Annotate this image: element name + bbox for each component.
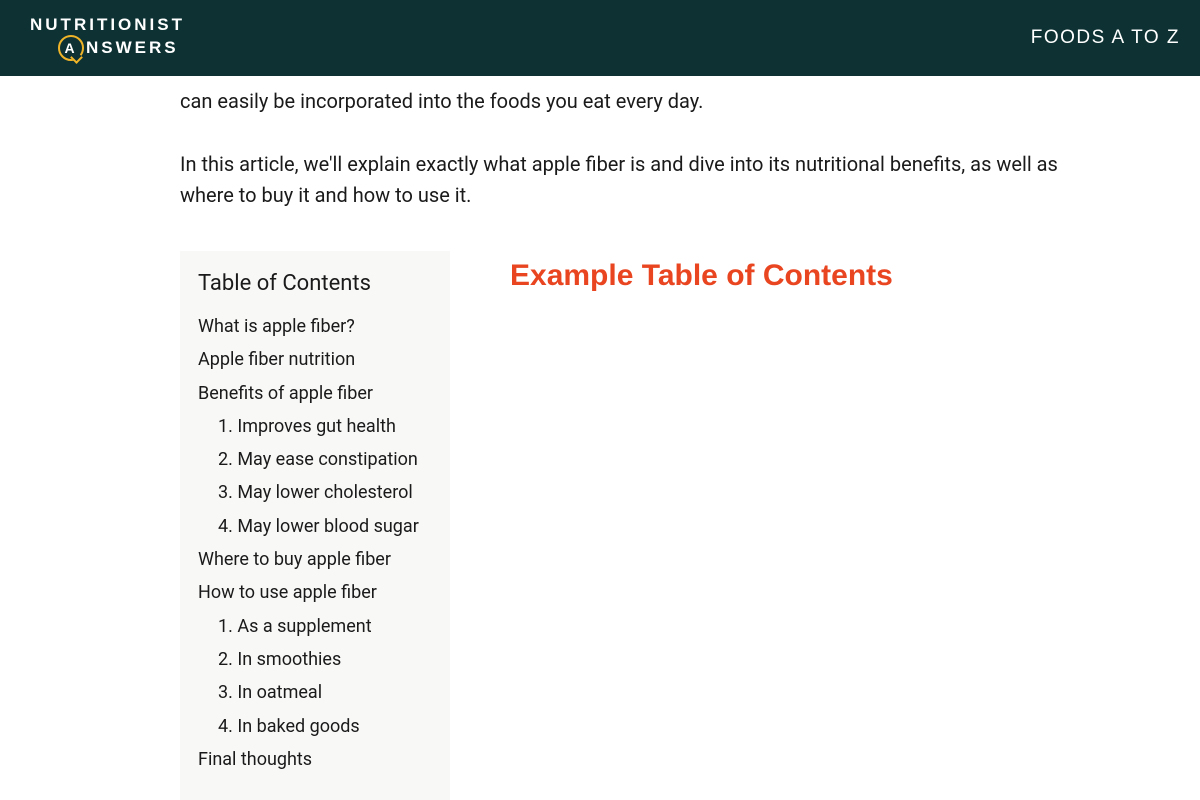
toc-title: Table of Contents xyxy=(198,271,426,296)
main-nav: FOODS A TO Z xyxy=(1031,27,1180,49)
toc-item-what-is[interactable]: What is apple fiber? xyxy=(198,310,426,343)
toc-subitem-gut[interactable]: 1. Improves gut health xyxy=(218,410,426,443)
logo-a-icon: A xyxy=(58,35,84,61)
toc-sublist-howto: 1. As a supplement 2. In smoothies 3. In… xyxy=(198,610,426,743)
article-paragraph: In this article, we'll explain exactly w… xyxy=(180,149,1080,211)
toc-subitem-cholesterol[interactable]: 3. May lower cholesterol xyxy=(218,476,426,509)
nav-foods-link[interactable]: FOODS A TO Z xyxy=(1031,27,1180,48)
content-row: Table of Contents What is apple fiber? A… xyxy=(180,251,1120,800)
toc-subitem-supplement[interactable]: 1. As a supplement xyxy=(218,610,426,643)
article-paragraph: can easily be incorporated into the food… xyxy=(180,86,1080,117)
toc-item-how-use[interactable]: How to use apple fiber xyxy=(198,576,426,609)
toc-item-final[interactable]: Final thoughts xyxy=(198,743,426,776)
content-wrapper: can easily be incorporated into the food… xyxy=(60,76,1140,800)
toc-item-where-buy[interactable]: Where to buy apple fiber xyxy=(198,543,426,576)
toc-item-benefits[interactable]: Benefits of apple fiber xyxy=(198,377,426,410)
toc-subitem-blood-sugar[interactable]: 4. May lower blood sugar xyxy=(218,510,426,543)
logo-text-line1: NUTRITIONIST xyxy=(30,15,185,35)
logo-text-line2-rest: NSWERS xyxy=(86,38,179,58)
article-body: can easily be incorporated into the food… xyxy=(80,76,1120,800)
example-label: Example Table of Contents xyxy=(510,251,893,800)
site-logo[interactable]: NUTRITIONIST A NSWERS xyxy=(30,15,185,61)
table-of-contents: Table of Contents What is apple fiber? A… xyxy=(180,251,450,800)
toc-subitem-smoothies[interactable]: 2. In smoothies xyxy=(218,643,426,676)
logo-text-line2: A NSWERS xyxy=(58,35,185,61)
toc-list: What is apple fiber? Apple fiber nutriti… xyxy=(198,310,426,776)
toc-subitem-baked[interactable]: 4. In baked goods xyxy=(218,710,426,743)
site-header: NUTRITIONIST A NSWERS FOODS A TO Z xyxy=(0,0,1200,76)
toc-sublist-benefits: 1. Improves gut health 2. May ease const… xyxy=(198,410,426,543)
toc-subitem-oatmeal[interactable]: 3. In oatmeal xyxy=(218,676,426,709)
toc-subitem-constipation[interactable]: 2. May ease constipation xyxy=(218,443,426,476)
toc-item-nutrition[interactable]: Apple fiber nutrition xyxy=(198,343,426,376)
